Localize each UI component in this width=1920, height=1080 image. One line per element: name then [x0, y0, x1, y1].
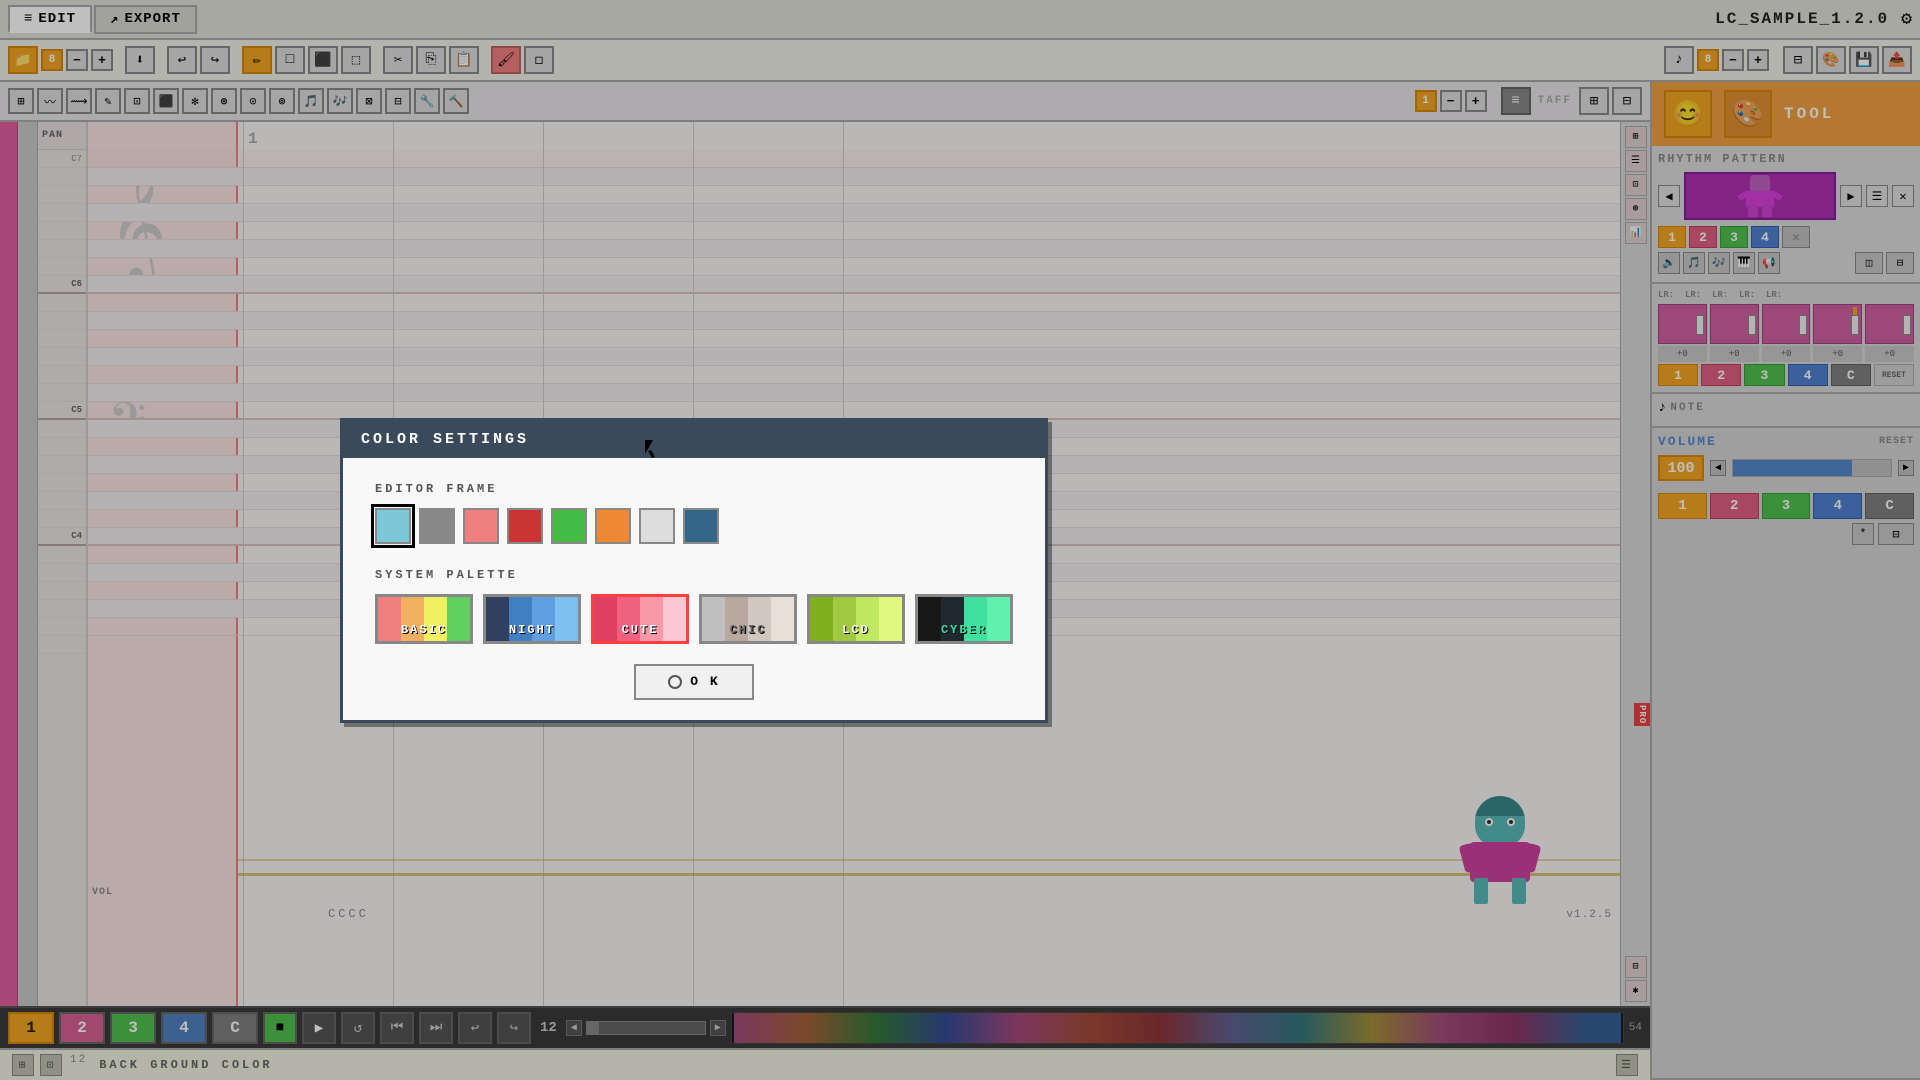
swatch-dark-blue[interactable] — [683, 508, 719, 544]
system-palette-label: SYSTEM PALETTE — [375, 568, 1013, 582]
swatch-green[interactable] — [551, 508, 587, 544]
palette-chic-btn[interactable]: CHIC — [699, 594, 797, 644]
color-swatches — [375, 508, 1013, 544]
palette-night-btn[interactable]: NIGHT — [483, 594, 581, 644]
modal-overlay: COLOR SETTINGS EDITOR FRAME — [0, 0, 1920, 1080]
palette-lcd-btn[interactable]: LCD — [807, 594, 905, 644]
swatch-red[interactable] — [507, 508, 543, 544]
palette-cyber-btn[interactable]: CYBER — [915, 594, 1013, 644]
palette-basic-label: BASIC — [378, 623, 470, 637]
ok-label: O K — [690, 674, 719, 689]
modal-title: COLOR SETTINGS — [361, 431, 529, 448]
swatch-teal[interactable] — [375, 508, 411, 544]
modal-title-bar: COLOR SETTINGS — [343, 421, 1045, 458]
palette-options: BASIC NIGHT — [375, 594, 1013, 644]
modal-ok-btn[interactable]: O K — [634, 664, 754, 700]
palette-basic-btn[interactable]: BASIC — [375, 594, 473, 644]
palette-chic-label: CHIC — [702, 623, 794, 637]
ok-circle-icon — [668, 675, 682, 689]
palette-lcd-label: LCD — [810, 623, 902, 637]
palette-night-label: NIGHT — [486, 623, 578, 637]
color-settings-modal: COLOR SETTINGS EDITOR FRAME — [340, 418, 1048, 723]
editor-frame-label: EDITOR FRAME — [375, 482, 1013, 496]
swatch-orange[interactable] — [595, 508, 631, 544]
palette-cyber-label: CYBER — [918, 623, 1010, 637]
palette-cute-btn[interactable]: CUTE — [591, 594, 689, 644]
swatch-gray[interactable] — [419, 508, 455, 544]
palette-cute-label: CUTE — [594, 623, 686, 637]
swatch-pink[interactable] — [463, 508, 499, 544]
swatch-light-gray[interactable] — [639, 508, 675, 544]
